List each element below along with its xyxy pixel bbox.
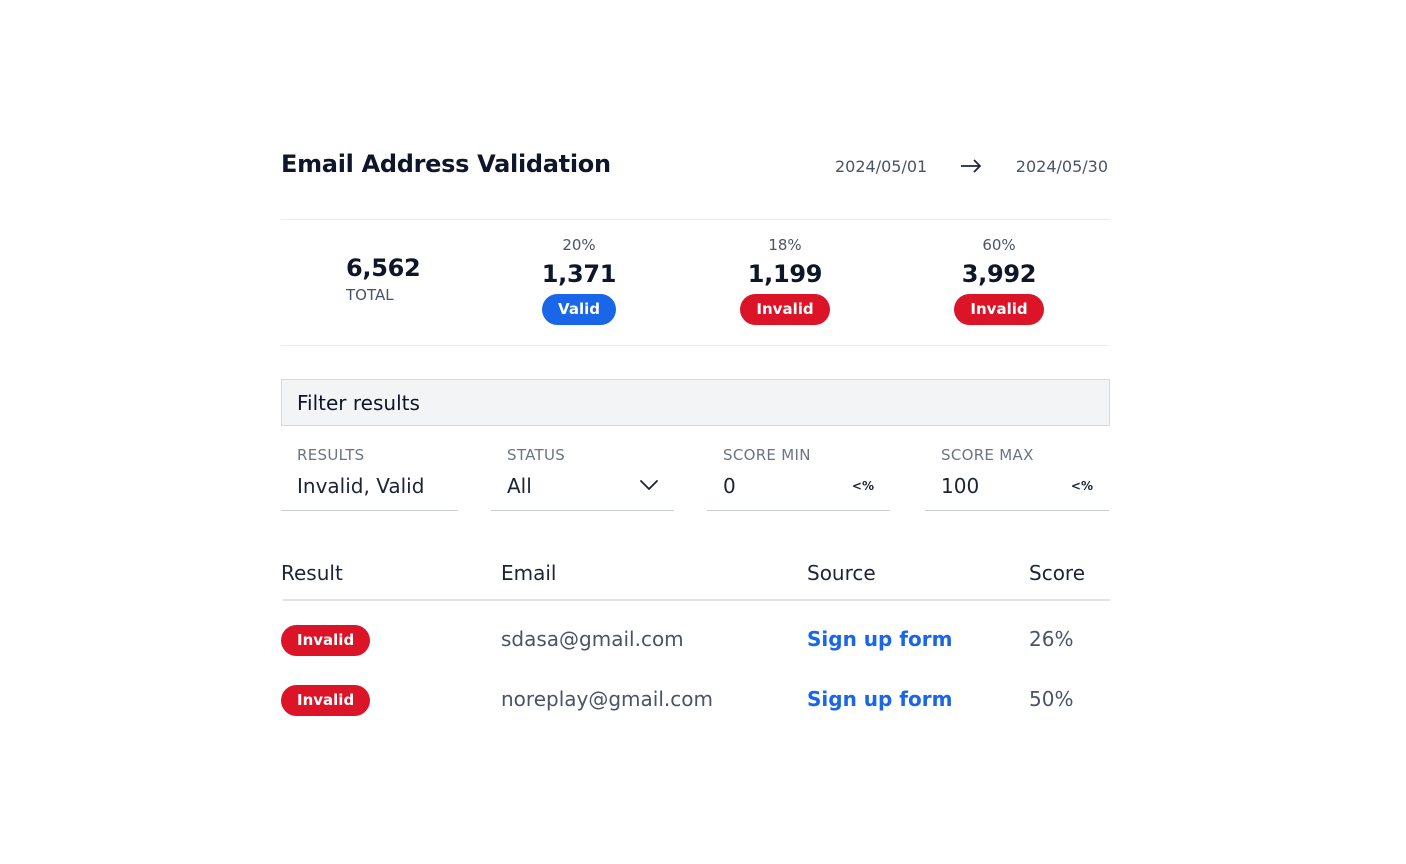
results-filter-value[interactable]: Invalid, Valid [297, 474, 424, 498]
result-cell: Invalid [281, 625, 371, 656]
stat-percent: 60% [982, 236, 1016, 254]
stat-percent: 20% [562, 236, 596, 254]
results-filter-field[interactable]: RESULTS Invalid, Valid [281, 443, 458, 511]
date-range-start[interactable]: 2024/05/01 [835, 157, 927, 176]
stat-percent: 18% [768, 236, 802, 254]
stat-total-value: 6,562 [346, 254, 421, 282]
status-badge-valid: Valid [542, 294, 616, 325]
stat-valid: 20% 1,371 Valid [499, 236, 659, 325]
score-max-label: SCORE MAX [941, 446, 1034, 464]
status-select-value[interactable]: All [507, 474, 532, 498]
results-filter-label: RESULTS [297, 446, 365, 464]
status-badge-invalid: Invalid [740, 294, 830, 325]
source-link[interactable]: Sign up form [807, 627, 952, 651]
table-row[interactable]: Invalid sdasa@gmail.com Sign up form 26% [281, 625, 1110, 665]
email-cell: sdasa@gmail.com [501, 627, 684, 651]
email-cell: noreplay@gmail.com [501, 687, 713, 711]
score-min-value[interactable]: 0 [723, 474, 736, 498]
chevron-down-icon[interactable] [638, 478, 660, 492]
percent-suffix: <% [851, 479, 874, 493]
table-row[interactable]: Invalid noreplay@gmail.com Sign up form … [281, 685, 1110, 725]
status-select-label: STATUS [507, 446, 566, 464]
arrow-right-icon [961, 159, 981, 173]
stat-invalid: 18% 1,199 Invalid [705, 236, 865, 325]
score-cell: 26% [1029, 627, 1074, 651]
stat-total: 6,562 TOTAL [346, 254, 421, 304]
column-header-score[interactable]: Score [1029, 561, 1085, 585]
status-select[interactable]: STATUS All [491, 443, 674, 511]
status-badge-invalid: Invalid [281, 685, 371, 716]
result-cell: Invalid [281, 685, 371, 716]
table-header-divider [283, 599, 1110, 601]
divider [281, 219, 1110, 220]
column-header-email[interactable]: Email [501, 561, 557, 585]
divider [281, 345, 1110, 346]
status-badge-invalid: Invalid [281, 625, 371, 656]
stat-value: 1,199 [747, 260, 823, 288]
stat-invalid: 60% 3,992 Invalid [919, 236, 1079, 325]
filter-results-bar[interactable]: Filter results [281, 379, 1110, 426]
date-range-end[interactable]: 2024/05/30 [1016, 157, 1108, 176]
stat-total-label: TOTAL [346, 286, 394, 304]
card-header: Email Address Validation 2024/05/01 2024… [281, 140, 1110, 192]
stat-value: 3,992 [961, 260, 1037, 288]
percent-suffix: <% [1070, 479, 1093, 493]
status-badge-invalid: Invalid [954, 294, 1044, 325]
score-max-value[interactable]: 100 [941, 474, 979, 498]
score-min-label: SCORE MIN [723, 446, 811, 464]
filter-results-label: Filter results [297, 391, 420, 415]
column-header-result[interactable]: Result [281, 561, 343, 585]
score-max-field[interactable]: SCORE MAX 100 <% [925, 443, 1109, 511]
page-title: Email Address Validation [281, 150, 611, 178]
stat-value: 1,371 [541, 260, 617, 288]
score-cell: 50% [1029, 687, 1074, 711]
column-header-source[interactable]: Source [807, 561, 876, 585]
score-min-field[interactable]: SCORE MIN 0 <% [707, 443, 890, 511]
source-link[interactable]: Sign up form [807, 687, 952, 711]
